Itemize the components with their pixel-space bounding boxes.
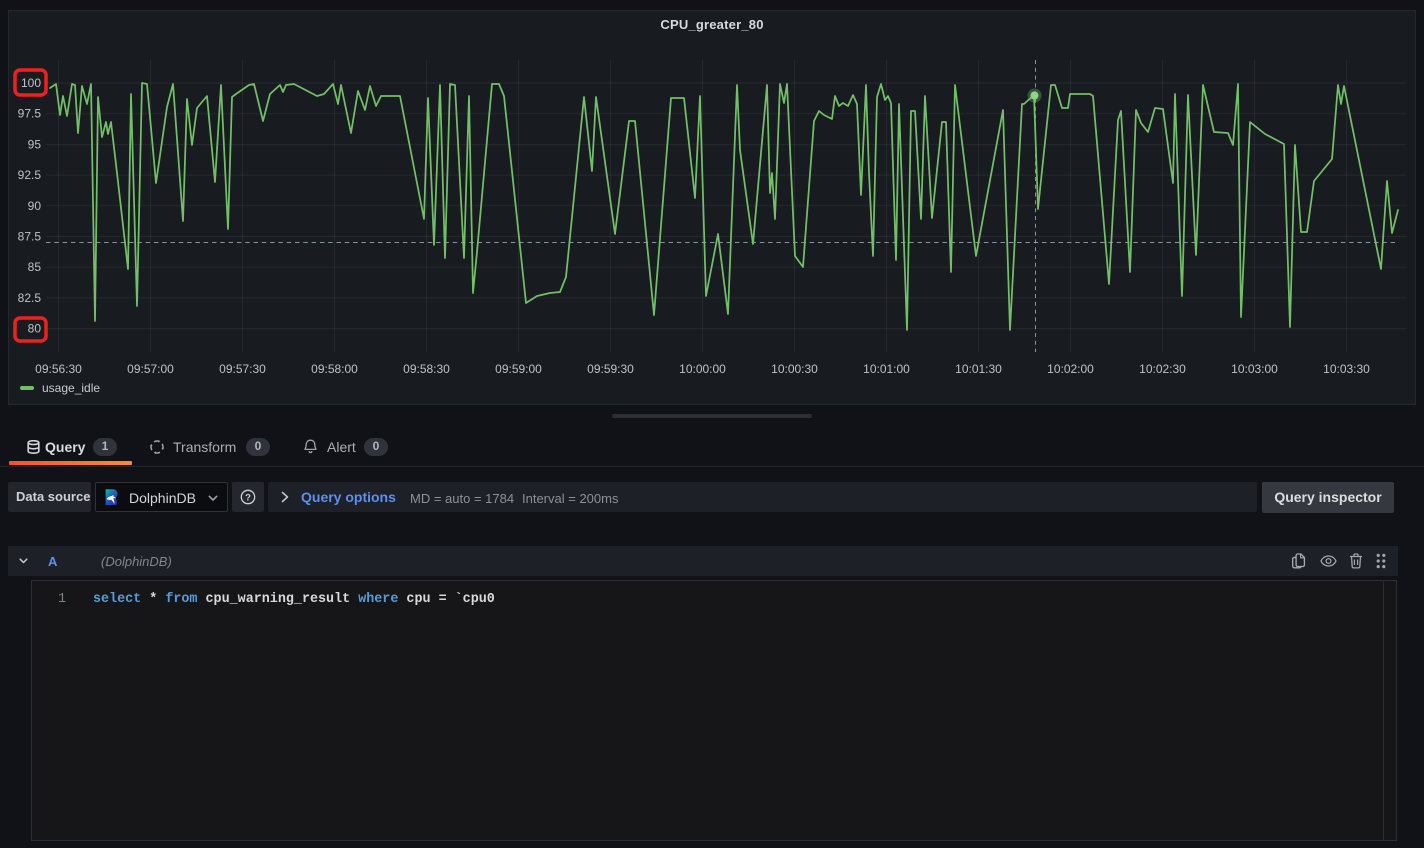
svg-text:100: 100 [21, 76, 41, 90]
svg-text:10:02:00: 10:02:00 [1047, 362, 1094, 376]
svg-text:09:58:30: 09:58:30 [403, 362, 450, 376]
svg-text:90: 90 [28, 199, 42, 213]
svg-text:87.5: 87.5 [18, 230, 42, 244]
svg-text:10:01:30: 10:01:30 [955, 362, 1002, 376]
svg-text:10:03:30: 10:03:30 [1323, 362, 1370, 376]
svg-text:09:56:30: 09:56:30 [35, 362, 82, 376]
svg-text:92.5: 92.5 [18, 168, 42, 182]
svg-text:10:01:00: 10:01:00 [863, 362, 910, 376]
svg-text:09:59:00: 09:59:00 [495, 362, 542, 376]
svg-text:85: 85 [28, 260, 42, 274]
svg-text:usage_idle: usage_idle [42, 381, 100, 395]
svg-text:95: 95 [28, 137, 42, 151]
svg-text:09:59:30: 09:59:30 [587, 362, 634, 376]
svg-text:80: 80 [28, 322, 42, 336]
svg-text:82.5: 82.5 [18, 291, 42, 305]
svg-text:09:57:00: 09:57:00 [127, 362, 174, 376]
svg-text:10:02:30: 10:02:30 [1139, 362, 1186, 376]
svg-text:10:00:30: 10:00:30 [771, 362, 818, 376]
svg-text:09:58:00: 09:58:00 [311, 362, 358, 376]
svg-text:?: ? [245, 492, 251, 503]
svg-text:10:03:00: 10:03:00 [1231, 362, 1278, 376]
svg-text:97.5: 97.5 [18, 107, 42, 121]
svg-text:10:00:00: 10:00:00 [679, 362, 726, 376]
svg-text:09:57:30: 09:57:30 [219, 362, 266, 376]
